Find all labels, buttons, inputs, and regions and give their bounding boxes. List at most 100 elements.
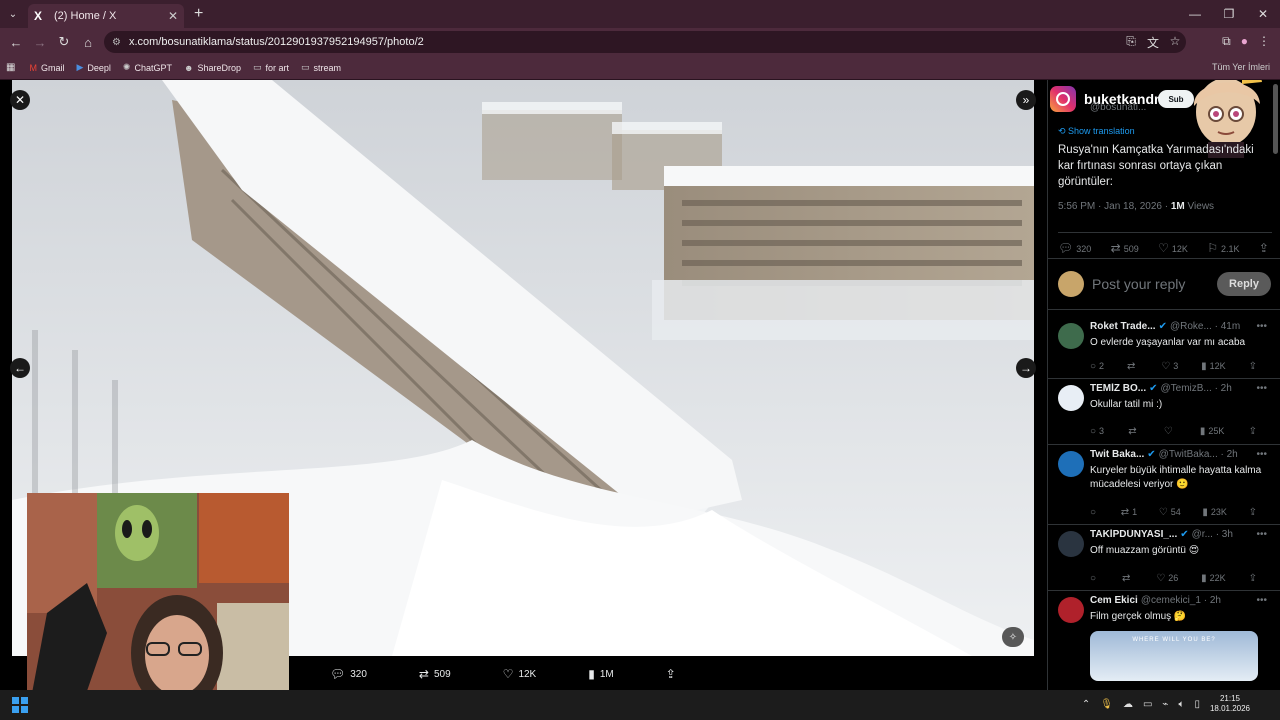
back-button[interactable]: ← xyxy=(4,35,28,50)
author-handle[interactable]: @bosunati... xyxy=(1090,102,1146,113)
reply-like-action[interactable]: ♡ 54 xyxy=(1159,507,1181,518)
reply-time[interactable]: · 2h xyxy=(1221,449,1238,460)
avatar[interactable] xyxy=(1058,385,1084,411)
bookmark-sharedrop[interactable]: ☻ ShareDrop xyxy=(184,63,241,73)
close-window-button[interactable]: ✕ xyxy=(1246,0,1280,28)
reply-like-action[interactable]: ♡ xyxy=(1164,426,1176,437)
install-app-icon[interactable]: ⎘ xyxy=(1124,34,1138,51)
clock[interactable]: 21:15 18.01.2026 xyxy=(1210,694,1250,714)
reply-share-action[interactable]: ⇪ xyxy=(1249,507,1260,518)
all-bookmarks[interactable]: Tüm Yer İmleri xyxy=(1212,62,1270,72)
more-options-icon[interactable]: ••• xyxy=(1256,383,1267,394)
repost-action[interactable]: ⇄ 509 xyxy=(419,667,451,681)
reload-button[interactable]: ↻ xyxy=(52,34,76,50)
more-options-icon[interactable]: ••• xyxy=(1256,321,1267,332)
forward-button[interactable]: → xyxy=(28,35,52,50)
reply-reply-action[interactable]: ○ xyxy=(1090,507,1099,518)
reply-time[interactable]: · 41m xyxy=(1215,321,1241,332)
profile-icon[interactable]: ● xyxy=(1241,34,1248,49)
previous-photo-button[interactable]: ← xyxy=(10,358,30,378)
address-bar[interactable]: ⚙ x.com/bosunatiklama/status/20129019379… xyxy=(104,31,1186,53)
more-options-icon[interactable]: ••• xyxy=(1256,449,1267,460)
menu-icon[interactable]: ⋮ xyxy=(1258,34,1270,49)
reply-like-action[interactable]: ♡ 3 xyxy=(1161,361,1178,372)
reply-reply-action[interactable]: ○ 2 xyxy=(1090,361,1104,372)
avatar[interactable] xyxy=(1058,531,1084,557)
reply-item[interactable]: Twit Baka... ✔ @TwitBaka... · 2h ••• Kur… xyxy=(1048,445,1280,525)
bookmark-stat[interactable]: ⚐ 2.1K xyxy=(1207,241,1239,255)
reply-author-name[interactable]: Roket Trade... xyxy=(1090,321,1156,332)
tab-x-home[interactable]: X (2) Home / X ✕ xyxy=(28,4,184,28)
windows-start-icon[interactable] xyxy=(12,697,28,713)
views-action[interactable]: ▮ 1M xyxy=(588,667,614,681)
reply-item[interactable]: TEMİZ BO... ✔ @TemizB... · 2h ••• Okulla… xyxy=(1048,379,1280,445)
reply-button[interactable]: Reply xyxy=(1217,272,1271,296)
avatar[interactable] xyxy=(1058,451,1084,477)
reply-input[interactable]: Post your reply xyxy=(1092,276,1217,292)
extensions-icon[interactable]: ⧉ xyxy=(1222,34,1231,49)
network-icon[interactable]: ⌁ xyxy=(1162,699,1168,710)
reply-share-action[interactable]: ⇪ xyxy=(1249,573,1260,584)
next-photo-button[interactable]: → xyxy=(1016,358,1036,378)
share-stat[interactable]: ⇪ xyxy=(1259,241,1272,255)
close-viewer-button[interactable]: ✕ xyxy=(10,90,30,110)
grok-analyze-button[interactable]: ✧ xyxy=(1002,627,1024,647)
reply-repost-action[interactable]: ⇄ xyxy=(1127,361,1138,372)
reply-like-action[interactable]: ♡ 26 xyxy=(1156,573,1178,584)
reply-author-name[interactable]: Twit Baka... xyxy=(1090,449,1144,460)
more-options-icon[interactable]: ••• xyxy=(1256,595,1267,606)
more-options-icon[interactable]: ••• xyxy=(1256,529,1267,540)
like-action[interactable]: ♡ 12K xyxy=(503,667,537,681)
home-button[interactable]: ⌂ xyxy=(76,35,100,50)
bookmark-for-art[interactable]: ▭ for art xyxy=(253,62,289,73)
reply-item[interactable]: TAKİPDÜNYASI_... ✔ @r... · 3h ••• Off mu… xyxy=(1048,525,1280,591)
bookmark-star-icon[interactable]: ☆ xyxy=(1168,34,1182,51)
reply-time[interactable]: · 3h xyxy=(1216,529,1233,540)
toggle-sidebar-button[interactable]: » xyxy=(1016,90,1036,110)
close-tab-icon[interactable]: ✕ xyxy=(168,9,178,23)
reply-repost-action[interactable]: ⇄ xyxy=(1122,573,1133,584)
repost-stat[interactable]: ⇄ 509 xyxy=(1111,241,1139,255)
reply-author-name[interactable]: Cem Ekici xyxy=(1090,595,1138,606)
tweet-timestamp[interactable]: 5:56 PM · Jan 18, 2026 · xyxy=(1058,201,1168,212)
avatar[interactable] xyxy=(1058,323,1084,349)
reply-time[interactable]: · 2h xyxy=(1215,383,1232,394)
restore-button[interactable]: ❐ xyxy=(1212,0,1246,28)
minimize-button[interactable]: — xyxy=(1178,0,1212,28)
reply-item[interactable]: Roket Trade... ✔ @Roke... · 41m ••• O ev… xyxy=(1048,317,1280,379)
reply-share-action[interactable]: ⇪ xyxy=(1249,426,1260,437)
reply-views-action[interactable]: ▮ 25K xyxy=(1200,426,1225,437)
microphone-icon[interactable]: 🎙︎ xyxy=(1100,699,1113,710)
site-info-icon[interactable]: ⚙ xyxy=(112,37,121,48)
reply-time[interactable]: · 2h xyxy=(1204,595,1221,606)
onedrive-icon[interactable]: ☁ xyxy=(1123,699,1133,710)
avatar[interactable] xyxy=(1058,597,1084,623)
reply-views-action[interactable]: ▮ 12K xyxy=(1201,361,1226,372)
reply-media-image[interactable]: WHERE WILL YOU BE? xyxy=(1090,631,1258,681)
reply-item[interactable]: Cem Ekici @cemekici_1 · 2h ••• Film gerç… xyxy=(1048,591,1280,690)
reply-reply-action[interactable]: ○ 3 xyxy=(1090,426,1104,437)
show-translation-link[interactable]: ⟲ Show translation xyxy=(1058,126,1135,137)
reply-author-name[interactable]: TEMİZ BO... xyxy=(1090,383,1146,394)
like-stat[interactable]: ♡ 12K xyxy=(1158,241,1188,255)
share-action[interactable]: ⇪ xyxy=(666,667,681,681)
bookmark-deepl[interactable]: ▶ Deepl xyxy=(76,62,110,73)
reply-views-action[interactable]: ▮ 23K xyxy=(1202,507,1227,518)
reply-views-action[interactable]: ▮ 22K xyxy=(1201,573,1226,584)
new-tab-button[interactable]: + xyxy=(194,5,203,23)
tab-search-button[interactable]: ⌄ xyxy=(0,0,26,28)
tray-chevron-icon[interactable]: ⌃ xyxy=(1082,699,1090,710)
monitor-icon[interactable]: ▭ xyxy=(1143,699,1152,710)
bookmark-gmail[interactable]: M Gmail xyxy=(29,63,64,73)
reply-author-name[interactable]: TAKİPDÜNYASI_... xyxy=(1090,529,1177,540)
reply-share-action[interactable]: ⇪ xyxy=(1249,361,1260,372)
translate-icon[interactable]: 文 xyxy=(1146,34,1160,51)
apps-grid-icon[interactable]: ▦ xyxy=(6,62,15,73)
reply-reply-action[interactable]: ○ xyxy=(1090,573,1099,584)
volume-icon[interactable]: 🔈︎ xyxy=(1178,699,1184,710)
reply-stat[interactable]: 💬︎ 320 xyxy=(1058,241,1091,255)
battery-icon[interactable]: ▯ xyxy=(1194,699,1200,710)
bookmark-chatgpt[interactable]: ✺ ChatGPT xyxy=(123,62,172,73)
bookmark-stream[interactable]: ▭ stream xyxy=(301,62,341,73)
user-avatar[interactable] xyxy=(1058,271,1084,297)
